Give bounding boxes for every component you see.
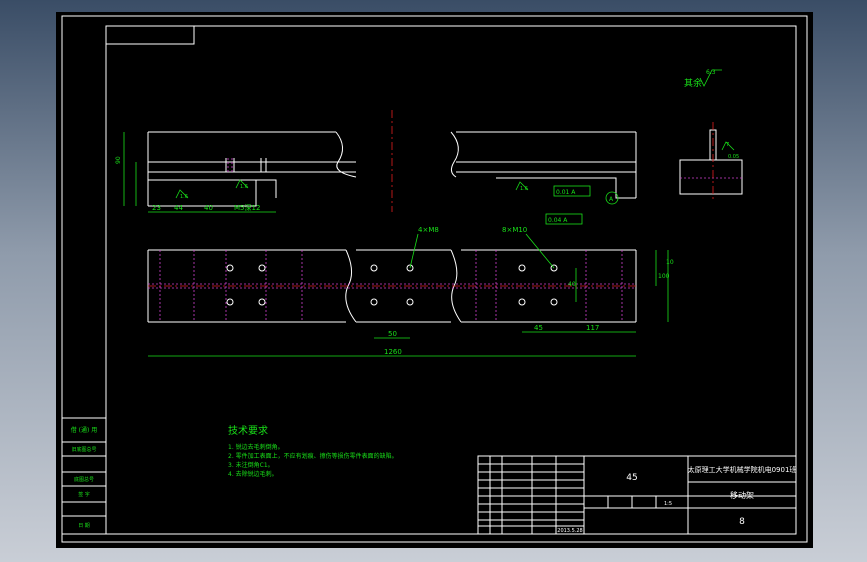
drawing-frame bbox=[105, 25, 797, 535]
tech-req-item: 2. 零件加工表面上，不应有划痕、擦伤等损伤零件表面的缺陷。 bbox=[228, 452, 398, 460]
scale: 1:5 bbox=[664, 501, 672, 507]
roughness-note: 其余 6.3 bbox=[684, 69, 722, 89]
tech-req-item: 1. 锐边去毛刺倒角。 bbox=[228, 443, 284, 451]
plan-view: 4×M8 8×M10 50 45 117 1260 10 100 40 bbox=[147, 226, 674, 357]
drawing-number: 8 bbox=[739, 517, 745, 527]
gdt-frame: 0.01 A bbox=[556, 189, 576, 196]
date: 2013.5.28 bbox=[557, 528, 582, 534]
left-strip-item: 旧底图总号 bbox=[71, 446, 96, 453]
plan-dim: 40 bbox=[568, 281, 576, 288]
left-strip-item: 借 (通) 用 bbox=[71, 426, 98, 434]
front-view: 90 23 44 40 M5深12 1.6 1.6 1.6 0.01 A 0.0… bbox=[115, 110, 637, 225]
roughness-label: 其余 bbox=[684, 77, 702, 89]
left-strip-item: 日 期 bbox=[78, 523, 90, 529]
dim-front: 23 bbox=[152, 204, 161, 212]
datum-label: A bbox=[609, 196, 614, 203]
roughness-mark: 1.6 bbox=[240, 184, 248, 190]
title-block: 45 太原理工大学机械学院机电0901班 移动架 8 1:5 2013.5.28 bbox=[477, 455, 797, 535]
plan-dim: 45 bbox=[534, 324, 543, 332]
side-view: 7 0.05 bbox=[679, 122, 743, 202]
left-strip: 借 (通) 用 旧底图总号 底图总号 签 字 日 期 bbox=[61, 417, 107, 535]
drawing-canvas: 借 (通) 用 旧底图总号 底图总号 签 字 日 期 其余 6.3 90 23 … bbox=[61, 15, 808, 543]
left-strip-item: 底图总号 bbox=[74, 476, 94, 483]
holes bbox=[226, 264, 558, 306]
dim-front: M5深12 bbox=[234, 203, 260, 212]
plan-dim: 10 bbox=[666, 259, 674, 266]
plan-dim: 100 bbox=[658, 273, 670, 280]
callout: 8×M10 bbox=[502, 226, 527, 234]
side-dim: 0.05 bbox=[728, 154, 739, 160]
plan-dim: 50 bbox=[388, 330, 397, 338]
cad-viewport[interactable]: 借 (通) 用 旧底图总号 底图总号 签 字 日 期 其余 6.3 90 23 … bbox=[56, 12, 813, 548]
left-strip-item: 签 字 bbox=[78, 491, 90, 498]
gdt-frame: 0.04 A bbox=[548, 217, 568, 224]
roughness-mark: 1.6 bbox=[180, 194, 188, 200]
material: 45 bbox=[626, 473, 637, 483]
dim-height: 90 bbox=[115, 156, 122, 164]
roughness-value: 6.3 bbox=[706, 69, 716, 76]
plan-dim: 1260 bbox=[384, 348, 402, 356]
callout: 4×M8 bbox=[418, 226, 439, 234]
tech-requirements: 技术要求 1. 锐边去毛刺倒角。 2. 零件加工表面上，不应有划痕、擦伤等损伤零… bbox=[228, 424, 398, 478]
roughness-mark: 1.6 bbox=[520, 186, 528, 192]
sheet-border bbox=[61, 15, 808, 543]
plan-dim: 117 bbox=[586, 324, 599, 332]
corner-box bbox=[105, 25, 195, 45]
side-dim: 7 bbox=[726, 142, 729, 148]
part-name: 移动架 bbox=[730, 490, 754, 500]
tech-req-item: 3. 未注倒角C1。 bbox=[228, 461, 274, 469]
dim-front: 40 bbox=[204, 204, 213, 212]
tech-req-title: 技术要求 bbox=[228, 424, 268, 437]
dim-front: 44 bbox=[174, 204, 183, 212]
tech-req-item: 4. 去除锐边毛刺。 bbox=[228, 470, 278, 478]
school: 太原理工大学机械学院机电0901班 bbox=[688, 465, 797, 474]
